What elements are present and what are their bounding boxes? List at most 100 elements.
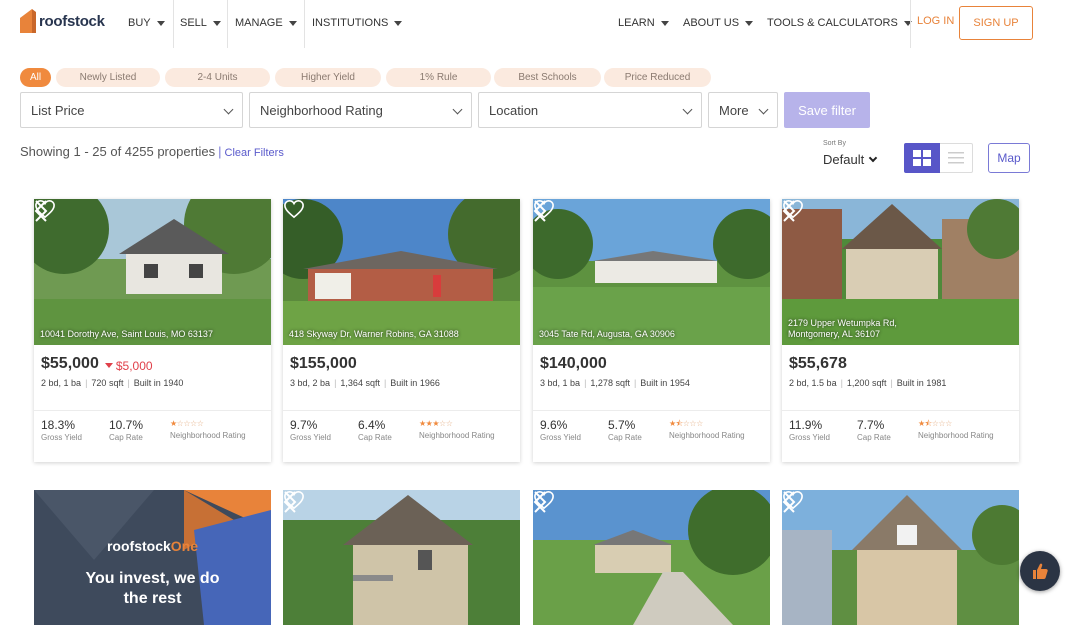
more-dropdown[interactable]: More bbox=[708, 92, 778, 128]
grid-view-button[interactable] bbox=[904, 143, 940, 173]
nav-about-us[interactable]: ABOUT US bbox=[683, 15, 754, 31]
login-link[interactable]: LOG IN bbox=[917, 15, 954, 27]
property-card[interactable]: 10041 Dorothy Ave, Saint Louis, MO 63137… bbox=[34, 199, 271, 462]
property-card[interactable]: 2179 Upper Wetumpka Rd, Montgomery, AL 36… bbox=[782, 199, 1019, 462]
cap-rate-label: Cap Rate bbox=[358, 433, 392, 442]
list-view-button[interactable] bbox=[940, 143, 973, 173]
chat-button[interactable] bbox=[1020, 551, 1060, 591]
list-price-dropdown[interactable]: List Price bbox=[20, 92, 243, 128]
property-photo[interactable] bbox=[283, 490, 520, 625]
promo-brand: roofstock bbox=[106, 538, 171, 554]
save-filter-button[interactable]: Save filter bbox=[784, 92, 870, 128]
neighborhood-rating-dropdown[interactable]: Neighborhood Rating bbox=[249, 92, 472, 128]
property-specs: 2 bd, 1 ba | 720 sqft | Built in 1940 bbox=[41, 378, 184, 388]
property-price: $55,000 bbox=[41, 355, 99, 372]
chevron-right-icon[interactable] bbox=[283, 490, 297, 514]
nav-sell-label: SELL bbox=[180, 17, 207, 29]
chevron-right-icon[interactable] bbox=[34, 199, 48, 223]
property-photo[interactable] bbox=[533, 490, 770, 625]
nav-divider bbox=[173, 0, 174, 48]
nav-tools-calculators[interactable]: TOOLS & CALCULATORS bbox=[767, 15, 912, 31]
year-built: 1966 bbox=[419, 378, 440, 388]
property-card[interactable]: 3045 Tate Rd, Augusta, GA 30906 $140,000… bbox=[533, 199, 770, 462]
property-photo[interactable]: 10041 Dorothy Ave, Saint Louis, MO 63137 bbox=[34, 199, 271, 345]
gross-yield: 11.9% Gross Yield bbox=[789, 418, 830, 442]
nav-buy[interactable]: BUY bbox=[128, 15, 165, 31]
signup-button[interactable]: SIGN UP bbox=[959, 6, 1033, 40]
caret-down-icon bbox=[394, 20, 403, 26]
chevron-right-icon[interactable] bbox=[533, 490, 547, 514]
price-row: $55,678 bbox=[789, 355, 847, 373]
chip-all[interactable]: All bbox=[20, 68, 51, 87]
cap-rate-value: 6.4% bbox=[358, 418, 386, 432]
property-photo[interactable]: 2179 Upper Wetumpka Rd, Montgomery, AL 36… bbox=[782, 199, 1019, 345]
nav-institutions-label: INSTITUTIONS bbox=[312, 17, 389, 29]
property-photo[interactable]: 418 Skyway Dr, Warner Robins, GA 31088 bbox=[283, 199, 520, 345]
gross-yield-label: Gross Yield bbox=[540, 433, 581, 442]
rating-stars-icon: ★⯪☆☆☆ bbox=[669, 419, 703, 428]
property-card[interactable]: 418 Skyway Dr, Warner Robins, GA 31088 $… bbox=[283, 199, 520, 462]
gross-yield-label: Gross Yield bbox=[41, 433, 82, 442]
results-count: Showing 1 - 25 of 4255 properties | Clear … bbox=[20, 144, 284, 159]
beds: 2 bd bbox=[789, 378, 807, 388]
divider bbox=[34, 410, 271, 411]
house-photo bbox=[283, 490, 520, 625]
location-dropdown[interactable]: Location bbox=[478, 92, 702, 128]
roofstock-logo[interactable]: roofstock bbox=[20, 8, 105, 34]
divider bbox=[283, 410, 520, 411]
property-specs: 2 bd, 1.5 ba | 1,200 sqft | Built in 1981 bbox=[789, 378, 947, 388]
clear-filters-link[interactable]: Clear Filters bbox=[225, 147, 284, 159]
nav-manage[interactable]: MANAGE bbox=[235, 15, 297, 31]
chevron-right-icon[interactable] bbox=[533, 199, 547, 223]
built-in-label: Built in bbox=[896, 378, 924, 388]
cap-rate-value: 5.7% bbox=[608, 418, 636, 432]
baths: 2 ba bbox=[312, 378, 331, 388]
promo-brand-one: One bbox=[170, 538, 199, 554]
property-card[interactable] bbox=[533, 490, 770, 625]
nav-institutions[interactable]: INSTITUTIONS bbox=[312, 15, 403, 31]
property-price: $55,678 bbox=[789, 355, 847, 372]
caret-down-icon bbox=[156, 20, 165, 26]
divider bbox=[782, 410, 1019, 411]
gross-yield: 9.6% Gross Yield bbox=[540, 418, 581, 442]
price-row: $55,000 $5,000 bbox=[41, 355, 153, 373]
caret-down-icon bbox=[660, 20, 669, 26]
roofstock-one-promo[interactable]: roofstockOne You invest, we do the rest bbox=[34, 490, 271, 625]
nav-sell[interactable]: SELL bbox=[180, 15, 221, 31]
nav-divider bbox=[227, 0, 228, 48]
property-price: $155,000 bbox=[290, 355, 357, 372]
chevron-down-icon bbox=[452, 104, 463, 115]
chip-1-percent-rule[interactable]: 1% Rule bbox=[386, 68, 491, 87]
chip-price-reduced[interactable]: Price Reduced bbox=[604, 68, 711, 87]
price-row: $140,000 bbox=[540, 355, 607, 373]
chevron-down-icon bbox=[223, 104, 234, 115]
map-button[interactable]: Map bbox=[988, 143, 1030, 173]
cap-rate: 6.4% Cap Rate bbox=[358, 418, 392, 442]
heart-icon[interactable] bbox=[283, 199, 305, 219]
sort-by-dropdown[interactable]: Default bbox=[823, 152, 878, 167]
caret-down-icon bbox=[745, 20, 754, 26]
chevron-right-icon[interactable] bbox=[782, 199, 796, 223]
nav-learn-label: LEARN bbox=[618, 17, 655, 29]
location-label: Location bbox=[489, 102, 539, 118]
property-card[interactable] bbox=[283, 490, 520, 625]
chip-newly-listed[interactable]: Newly Listed bbox=[56, 68, 160, 87]
nav-manage-label: MANAGE bbox=[235, 17, 283, 29]
built-in-label: Built in bbox=[133, 378, 161, 388]
beds: 3 bd bbox=[540, 378, 558, 388]
chip-higher-yield[interactable]: Higher Yield bbox=[275, 68, 381, 87]
baths: 1 ba bbox=[562, 378, 581, 388]
chip-2-4-units[interactable]: 2-4 Units bbox=[165, 68, 270, 87]
sort-value: Default bbox=[823, 152, 865, 167]
list-icon bbox=[948, 152, 964, 164]
property-card[interactable] bbox=[782, 490, 1019, 625]
neighborhood-rating-label: Neighborhood Rating bbox=[260, 102, 383, 118]
chevron-down-icon bbox=[682, 104, 693, 115]
chevron-right-icon[interactable] bbox=[782, 490, 796, 514]
neighborhood-rating: ★★★☆☆ Neighborhood Rating bbox=[419, 418, 495, 440]
nav-learn[interactable]: LEARN bbox=[618, 15, 669, 31]
chip-best-schools[interactable]: Best Schools bbox=[494, 68, 601, 87]
property-photo[interactable]: 3045 Tate Rd, Augusta, GA 30906 bbox=[533, 199, 770, 345]
property-photo[interactable] bbox=[782, 490, 1019, 625]
cap-rate-label: Cap Rate bbox=[857, 433, 891, 442]
